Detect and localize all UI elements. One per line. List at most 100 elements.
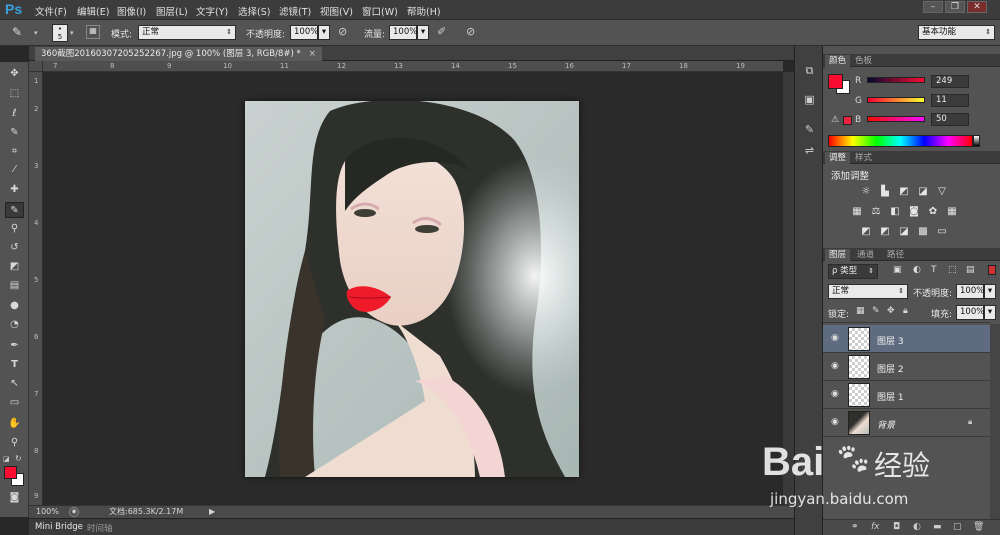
gamut-color-swatch[interactable] (843, 116, 852, 125)
menu-type[interactable]: 文字(Y) (196, 4, 228, 18)
lock-position-icon[interactable]: ✥ (887, 306, 895, 316)
color-lookup-icon[interactable]: ▦ (946, 206, 958, 217)
visibility-eye-icon[interactable]: ◉ (831, 333, 839, 343)
threshold-icon[interactable]: ◪ (898, 226, 910, 237)
dodge-tool-icon[interactable]: ◔ (5, 317, 24, 333)
tab-paths[interactable]: 路径 (883, 249, 908, 261)
zoom-tool-icon[interactable]: ⚲ (5, 435, 24, 451)
swap-colors-icon[interactable]: ↻ (15, 454, 22, 463)
hue-saturation-icon[interactable]: ▦ (851, 206, 863, 217)
filter-shape-icon[interactable]: ⬚ (948, 265, 957, 275)
g-value-input[interactable]: 11 (931, 94, 969, 107)
g-slider[interactable] (867, 97, 925, 103)
filter-adjustment-icon[interactable]: ◐ (913, 265, 921, 275)
status-menu-arrow-icon[interactable]: ▶ (209, 506, 215, 518)
color-foreground-swatch[interactable] (828, 74, 843, 89)
filter-smart-object-icon[interactable]: ▤ (966, 265, 975, 275)
marquee-tool-icon[interactable]: ⬚ (5, 86, 24, 102)
pen-tool-icon[interactable]: ✒ (5, 338, 24, 354)
flow-input[interactable]: 100% (389, 25, 417, 40)
menu-layer[interactable]: 图层(L) (156, 4, 188, 18)
layers-scrollbar[interactable] (990, 324, 1000, 519)
flow-dropdown-icon[interactable]: ▾ (417, 25, 429, 40)
color-spectrum-bar[interactable] (828, 135, 973, 147)
menu-view[interactable]: 视图(V) (320, 4, 353, 18)
layer-opacity-input[interactable]: 100% (956, 284, 984, 299)
tab-color[interactable]: 颜色 (825, 55, 851, 67)
layer-row-2[interactable]: ◉ 图层 2 (823, 353, 990, 381)
layer-opacity-dropdown-icon[interactable]: ▾ (984, 284, 996, 299)
opacity-input[interactable]: 100% (290, 25, 318, 40)
foreground-color-swatch[interactable] (4, 466, 17, 479)
blend-mode-select[interactable]: 正常 ⇕ (828, 284, 908, 299)
ruler-origin[interactable] (29, 61, 43, 72)
crop-tool-icon[interactable]: ⌗ (5, 144, 24, 160)
b-slider[interactable] (867, 116, 925, 122)
horizontal-ruler[interactable]: 7 8 9 10 11 12 13 14 15 16 17 18 19 (43, 61, 783, 72)
layer-row-1[interactable]: ◉ 图层 1 (823, 381, 990, 409)
channel-mixer-icon[interactable]: ✿ (927, 206, 939, 217)
brush-presets-icon[interactable]: ✎ (801, 123, 818, 138)
brush-panel-toggle-icon[interactable]: ▦ (86, 25, 100, 39)
black-white-ramp[interactable] (973, 135, 980, 147)
photo-filter-icon[interactable]: ◙ (908, 206, 920, 217)
r-slider[interactable] (867, 77, 925, 83)
layer-name[interactable]: 图层 3 (877, 334, 904, 347)
properties-panel-icon[interactable]: ▣ (801, 93, 818, 108)
workspace-select[interactable]: 基本功能 ⇕ (918, 25, 995, 40)
document-image[interactable] (245, 101, 579, 477)
history-panel-icon[interactable]: ⧉ (801, 64, 818, 79)
b-value-input[interactable]: 50 (931, 113, 969, 126)
tab-layers[interactable]: 图层 (825, 249, 851, 261)
tab-adjustments[interactable]: 调整 (825, 152, 851, 164)
filter-toggle-icon[interactable] (988, 265, 996, 275)
tab-timeline[interactable]: 时间轴 (87, 522, 113, 534)
pressure-opacity-icon[interactable]: ⊘ (338, 25, 347, 38)
posterize-icon[interactable]: ◩ (879, 226, 891, 237)
layer-name[interactable]: 图层 1 (877, 390, 904, 403)
opacity-dropdown-icon[interactable]: ▾ (318, 25, 330, 40)
type-tool-icon[interactable]: T (5, 357, 24, 373)
tab-styles[interactable]: 样式 (851, 152, 876, 164)
layer-filter-kind-select[interactable]: ρ 类型 ⇕ (828, 264, 878, 279)
exposure-icon[interactable]: ◪ (917, 186, 929, 197)
quick-selection-tool-icon[interactable]: ✎ (5, 125, 24, 141)
close-button[interactable]: ✕ (967, 1, 987, 13)
default-colors-icon[interactable]: ◪ (3, 455, 10, 463)
vibrance-icon[interactable]: ▽ (936, 186, 948, 197)
layer-row-3[interactable]: ◉ 图层 3 (823, 325, 990, 353)
restore-button[interactable]: ❐ (945, 1, 965, 13)
brush-size-picker[interactable]: • 5 (52, 24, 68, 42)
tab-channels[interactable]: 通道 (853, 249, 878, 261)
invert-icon[interactable]: ◩ (860, 226, 872, 237)
hand-tool-icon[interactable]: ✋ (5, 416, 24, 432)
lock-transparent-icon[interactable]: ▦ (856, 306, 865, 316)
tab-mini-bridge[interactable]: Mini Bridge (35, 522, 83, 532)
filter-pixel-icon[interactable]: ▣ (893, 265, 902, 275)
menu-filter[interactable]: 滤镜(T) (279, 4, 311, 18)
zoom-level[interactable]: 100% (36, 506, 59, 518)
brush-tool-icon[interactable]: ✎ (12, 25, 22, 39)
healing-brush-tool-icon[interactable]: ✚ (5, 182, 24, 198)
visibility-eye-icon[interactable]: ◉ (831, 417, 839, 427)
menu-file[interactable]: 文件(F) (35, 4, 67, 18)
menu-help[interactable]: 帮助(H) (407, 4, 441, 18)
history-brush-tool-icon[interactable]: ↺ (5, 240, 24, 256)
path-selection-tool-icon[interactable]: ↖ (5, 376, 24, 392)
document-tab[interactable]: 360截图20160307205252267.jpg @ 100% (图层 3,… (35, 47, 322, 61)
lock-all-icon[interactable]: 🔒︎ (903, 306, 908, 316)
tab-swatches[interactable]: 色板 (851, 55, 876, 67)
levels-icon[interactable]: ▙ (879, 186, 891, 197)
lock-image-icon[interactable]: ✎ (872, 306, 880, 316)
gradient-tool-icon[interactable]: ▤ (5, 278, 24, 294)
eraser-tool-icon[interactable]: ◩ (5, 259, 24, 275)
black-white-icon[interactable]: ◧ (889, 206, 901, 217)
quick-mask-icon[interactable]: ◙ (5, 490, 24, 506)
minimize-button[interactable]: – (923, 1, 943, 13)
menu-image[interactable]: 图像(I) (117, 4, 146, 18)
menu-select[interactable]: 选择(S) (238, 4, 270, 18)
filter-type-icon[interactable]: T (931, 265, 937, 275)
vertical-ruler[interactable]: 1 2 3 4 5 6 7 8 9 (29, 72, 43, 505)
color-balance-icon[interactable]: ⚖ (870, 206, 882, 217)
clone-stamp-tool-icon[interactable]: ⚲ (5, 221, 24, 237)
